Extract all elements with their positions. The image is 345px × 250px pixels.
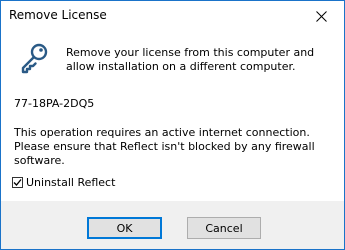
remove-license-dialog: Remove License Remove your license from … (0, 0, 345, 250)
uninstall-checkbox[interactable] (12, 177, 23, 188)
cancel-button[interactable]: Cancel (187, 217, 261, 239)
key-icon (21, 43, 48, 74)
ok-button[interactable]: OK (87, 217, 162, 239)
button-bar: OK Cancel (1, 201, 344, 249)
dialog-content: Remove your license from this computer a… (1, 31, 344, 201)
uninstall-checkbox-row[interactable]: Uninstall Reflect (12, 176, 115, 189)
license-key: 77-18PA-2DQ5 (14, 97, 95, 110)
close-icon (315, 10, 327, 22)
checkmark-icon (13, 179, 22, 186)
description-text: Remove your license from this computer a… (66, 46, 315, 73)
uninstall-checkbox-label[interactable]: Uninstall Reflect (26, 176, 115, 189)
internet-requirement-note: This operation requires an active intern… (14, 126, 315, 167)
close-button[interactable] (298, 1, 344, 31)
dialog-title: Remove License (9, 8, 107, 22)
title-bar[interactable]: Remove License (1, 1, 344, 31)
